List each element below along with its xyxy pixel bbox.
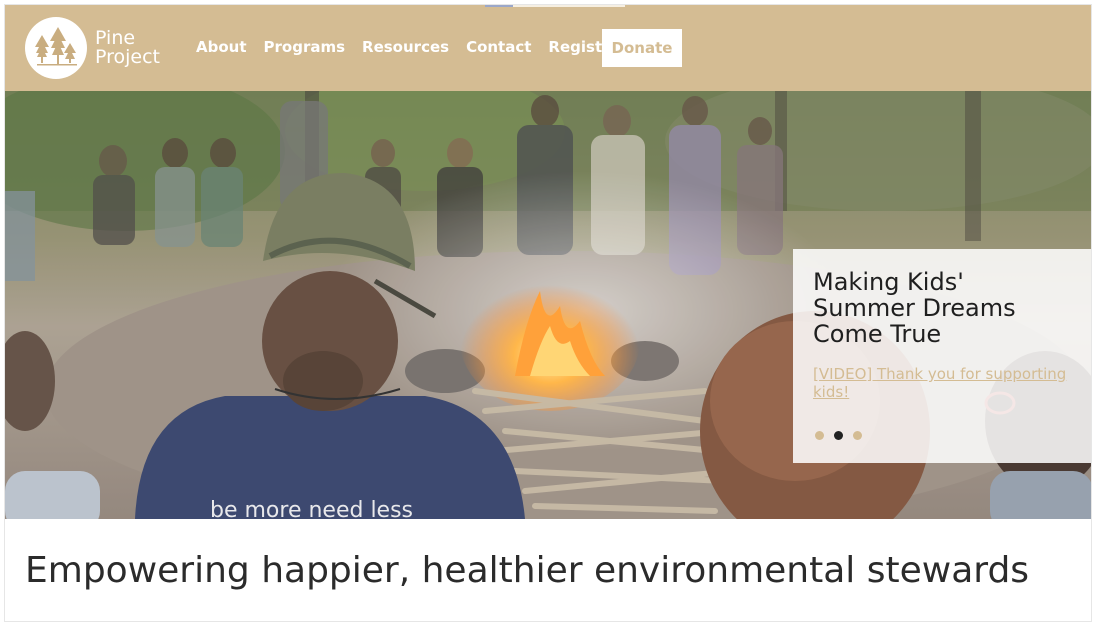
main-nav: About Programs Resources Contact Registe… [196, 38, 637, 56]
nav-item-about[interactable]: About [196, 38, 247, 56]
hero-slider: be more need less Making Kids' Summer Dr… [5, 91, 1091, 519]
donate-button[interactable]: Donate [602, 29, 682, 67]
logo-line-2: Project [95, 46, 161, 68]
page-tagline: Empowering happier, healthier environmen… [25, 550, 1030, 591]
nav-item-resources[interactable]: Resources [362, 38, 449, 56]
slider-dot-3[interactable] [853, 431, 862, 440]
slider-dot-1[interactable] [815, 431, 824, 440]
logo-wordmark: Pine Project [95, 29, 160, 67]
slide-caption-card: Making Kids' Summer Dreams Come True [VI… [793, 249, 1091, 463]
pine-trees-logo-icon [25, 17, 87, 79]
logo[interactable]: Pine Project [25, 17, 160, 79]
nav-item-contact[interactable]: Contact [466, 38, 531, 56]
page-frame: Pine Project About Programs Resources Co… [4, 4, 1092, 622]
slider-dot-2[interactable] [834, 431, 843, 440]
slider-dots [815, 431, 862, 440]
site-header: Pine Project About Programs Resources Co… [5, 5, 1091, 91]
slide-video-link[interactable]: [VIDEO] Thank you for supporting kids! [813, 365, 1073, 401]
slide-title: Making Kids' Summer Dreams Come True [813, 268, 1016, 348]
scroll-indicator [485, 5, 625, 7]
nav-item-programs[interactable]: Programs [264, 38, 346, 56]
